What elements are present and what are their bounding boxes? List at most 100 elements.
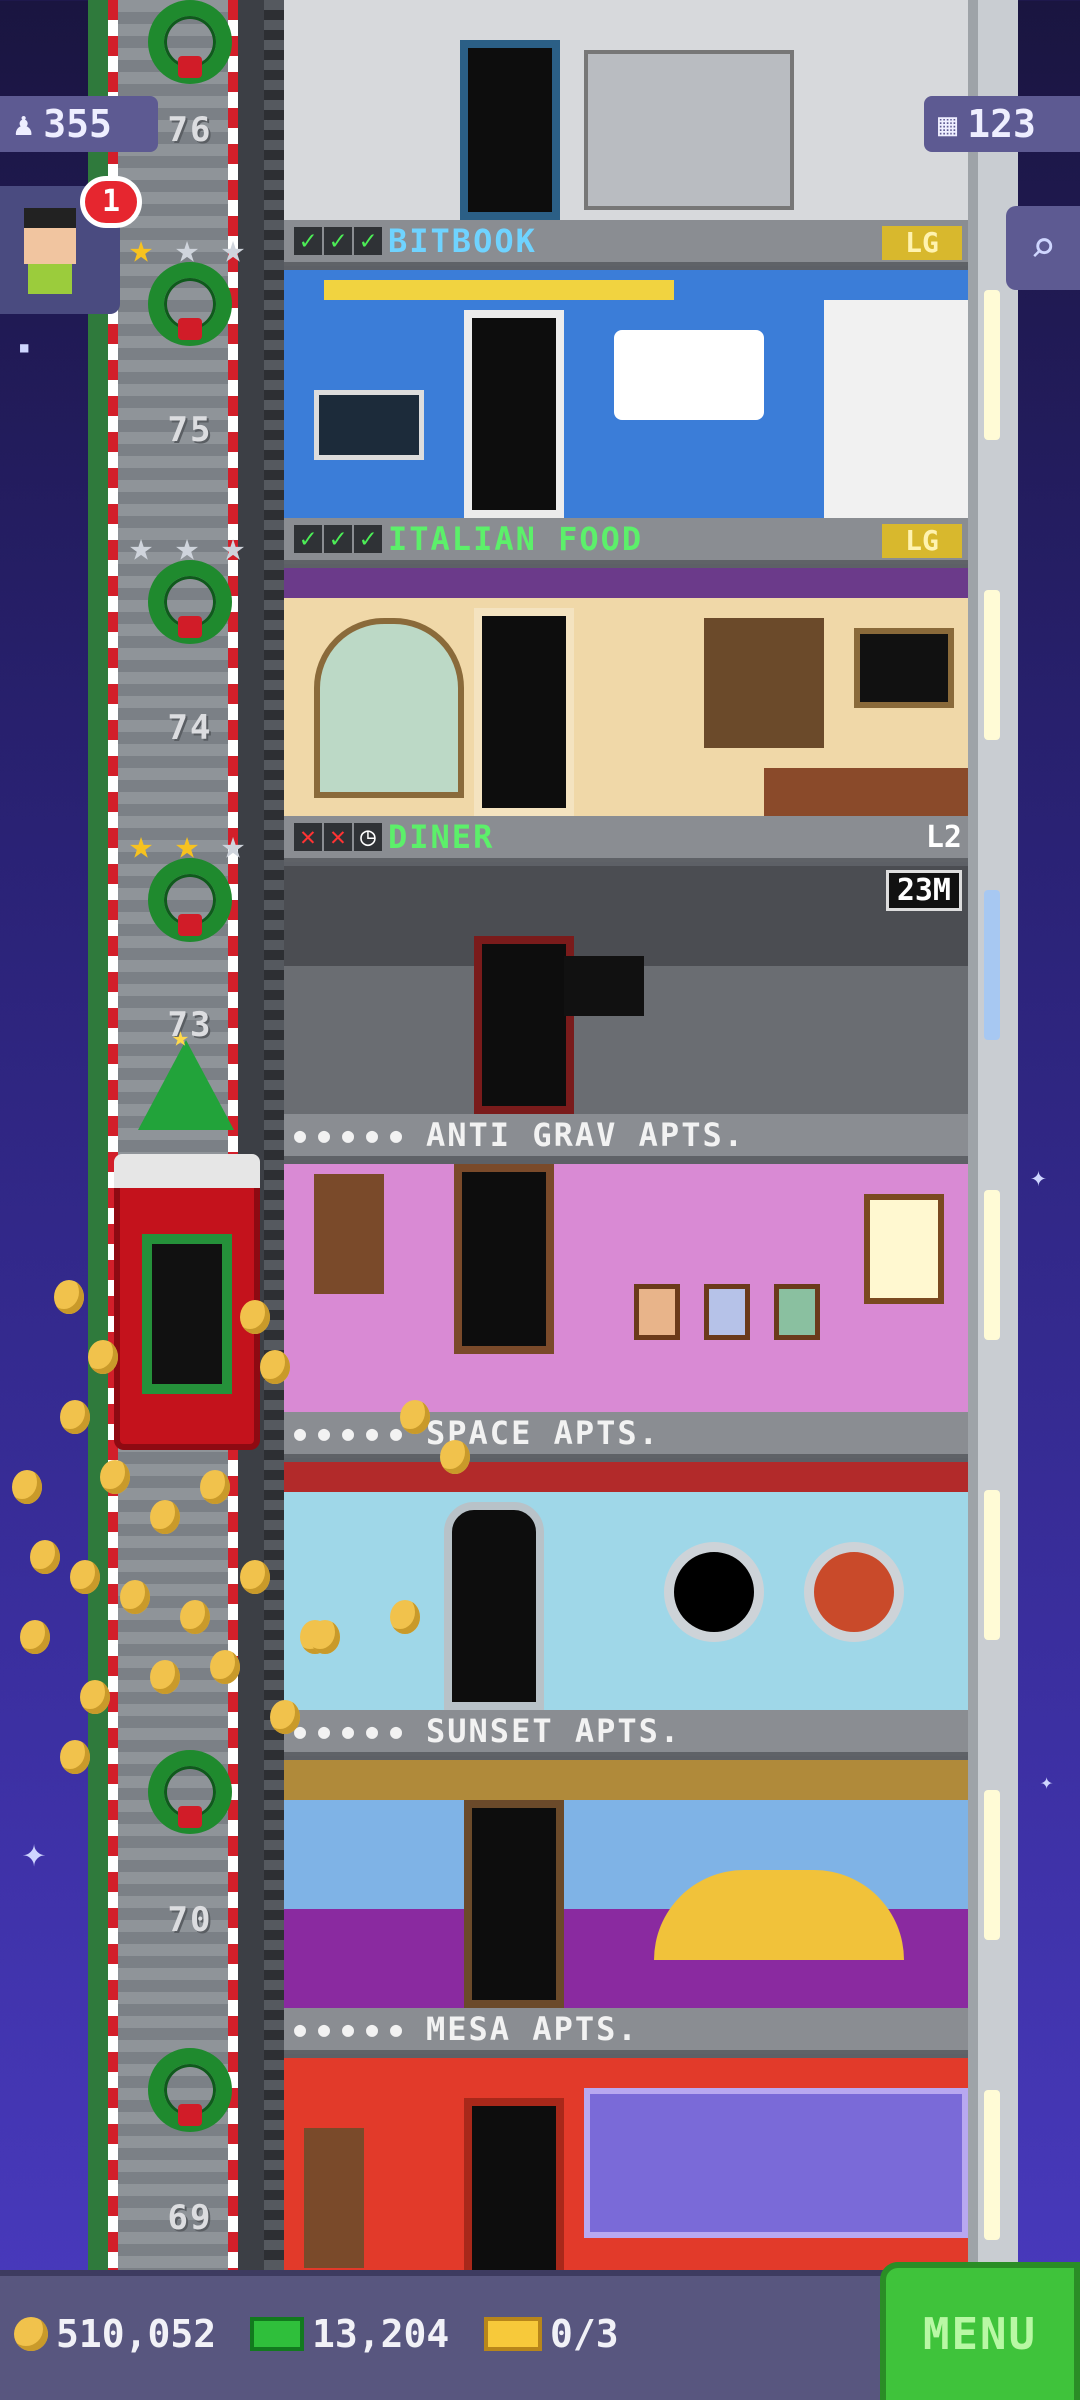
star-icon: ★ <box>174 226 200 272</box>
stock-status: ✓ ✓ ✓ <box>294 227 382 255</box>
shaft-edge <box>88 0 108 2270</box>
star-icon: ★ <box>220 226 246 272</box>
floors-icon: ▦ <box>938 105 958 143</box>
person-icon: ● <box>390 1719 403 1743</box>
floor-name: ANTI GRAV APTS. <box>426 1116 745 1154</box>
person-icon: ● <box>318 1719 331 1743</box>
tickets-display[interactable]: 0/3 <box>484 2312 619 2356</box>
window-light <box>984 1490 1000 1640</box>
person-icon: ♟ <box>14 105 34 143</box>
person-icon: ● <box>366 1421 379 1445</box>
person-icon: ● <box>318 1123 331 1147</box>
floors-counter[interactable]: ▦ 123 <box>924 96 1080 152</box>
star-icon: ★ <box>128 524 154 570</box>
floor-name: MESA APTS. <box>426 2010 639 2048</box>
menu-button[interactable]: MENU <box>880 2262 1080 2400</box>
person-icon: ● <box>366 1123 379 1147</box>
person-icon: ● <box>366 2017 379 2041</box>
star-rating: ★ ★ ★ <box>120 228 254 270</box>
floor-number: 69 <box>167 2198 213 2238</box>
person-icon: ● <box>390 2017 403 2041</box>
person-icon: ● <box>390 1123 403 1147</box>
person-icon: ● <box>294 2017 307 2041</box>
elevator-car[interactable] <box>114 1154 260 1450</box>
window-light <box>984 590 1000 740</box>
person-icon: ● <box>294 1123 307 1147</box>
resident-slots: ● ● ● ● ● <box>294 1124 408 1146</box>
floor-number: 70 <box>167 1900 213 1940</box>
sparkle-icon: ✦ <box>1030 1160 1047 1193</box>
floor-name: DINER <box>388 818 495 856</box>
person-icon: ● <box>342 1123 355 1147</box>
check-icon: ✓ <box>294 227 322 255</box>
tickets-value: 0/3 <box>550 2312 619 2356</box>
floor-name: ITALIAN FOOD <box>388 520 644 558</box>
window-light <box>984 2090 1000 2240</box>
floor-name: SUNSET APTS. <box>426 1712 682 1750</box>
resident-slots: ● ● ● ● ● <box>294 1422 408 1444</box>
population-value: 355 <box>43 102 112 146</box>
floor-space-apts[interactable]: ● ● ● ● ● SPACE APTS. <box>284 1412 968 1710</box>
star-icon: ★ <box>220 524 246 570</box>
floor-italian-food[interactable]: ✓ ✓ ✓ ITALIAN FOOD LG <box>284 518 968 816</box>
window-light <box>984 1190 1000 1340</box>
x-icon: ✕ <box>324 823 352 851</box>
bottom-bar: 510,052 13,204 0/3 MENU <box>0 2262 1080 2400</box>
person-icon: ● <box>366 1719 379 1743</box>
bux-value: 13,204 <box>312 2312 450 2356</box>
floor-laundry[interactable] <box>284 0 968 220</box>
sparkle-icon: ✦ <box>1040 1770 1054 1795</box>
floor-label-bar: ● ● ● ● ● ANTI GRAV APTS. <box>284 1114 968 1160</box>
floor-mesa-apts[interactable]: ● ● ● ● ● MESA APTS. <box>284 2008 968 2270</box>
floor-label-bar: ✕ ✕ ◷ DINER L2 <box>284 816 968 862</box>
star-icon: ★ <box>128 822 154 868</box>
person-icon: ● <box>342 2017 355 2041</box>
person-icon: ● <box>294 1421 307 1445</box>
zoom-icon[interactable]: ⌕ <box>1006 206 1080 290</box>
wreath-icon <box>148 2048 232 2132</box>
check-icon: ✓ <box>354 525 382 553</box>
star-icon: ★ <box>128 226 154 272</box>
stock-status: ✕ ✕ ◷ <box>294 823 382 851</box>
floor-number: 75 <box>167 410 213 450</box>
floor-anti-grav-apts[interactable]: ● ● ● ● ● ANTI GRAV APTS. <box>284 1114 968 1412</box>
floor-label-bar: ● ● ● ● ● SUNSET APTS. <box>284 1710 968 1756</box>
stock-status: ✓ ✓ ✓ <box>294 525 382 553</box>
floor-label-bar: ● ● ● ● ● MESA APTS. <box>284 2008 968 2054</box>
clock-icon: ◷ <box>354 823 382 851</box>
coin-icon <box>14 2317 48 2351</box>
star-icon: ★ <box>220 822 246 868</box>
floor-label-bar: ● ● ● ● ● SPACE APTS. <box>284 1412 968 1458</box>
x-icon: ✕ <box>294 823 322 851</box>
floors-value: 123 <box>967 102 1036 146</box>
window-light <box>984 890 1000 1040</box>
floor-level-badge: LG <box>882 226 962 260</box>
sparkle-icon: ✦ <box>22 1830 47 1876</box>
floor-bitbook[interactable]: ✓ ✓ ✓ BITBOOK LG <box>284 220 968 518</box>
resident-slots: ● ● ● ● ● <box>294 1720 408 1742</box>
shaft-pole <box>264 0 284 2270</box>
person-icon: ● <box>342 1719 355 1743</box>
wreath-icon <box>148 560 232 644</box>
bux-display[interactable]: 13,204 <box>250 2312 449 2356</box>
floor-number: 76 <box>167 110 213 150</box>
tower-right-rail <box>968 0 1018 2270</box>
elevator-door <box>142 1234 232 1394</box>
floor-diner[interactable]: ✕ ✕ ◷ DINER L2 23M <box>284 816 968 1114</box>
coins-value: 510,052 <box>56 2312 217 2356</box>
star-icon: ★ <box>174 524 200 570</box>
candy-rail-left <box>108 0 118 2270</box>
population-counter[interactable]: ♟ 355 <box>0 96 158 152</box>
check-icon: ✓ <box>294 525 322 553</box>
floor-sunset-apts[interactable]: ● ● ● ● ● SUNSET APTS. <box>284 1710 968 2008</box>
window-light <box>984 290 1000 440</box>
elevator-cap <box>114 1154 260 1188</box>
wreath-icon <box>148 0 232 84</box>
floor-label-bar: ✓ ✓ ✓ ITALIAN FOOD LG <box>284 518 968 564</box>
ticket-icon <box>484 2317 542 2351</box>
sparkle-icon: ■ <box>20 340 29 356</box>
star-rating: ★ ★ ★ <box>120 824 254 866</box>
coins-display[interactable]: 510,052 <box>14 2312 216 2356</box>
wreath-icon <box>148 858 232 942</box>
window-light <box>984 1790 1000 1940</box>
